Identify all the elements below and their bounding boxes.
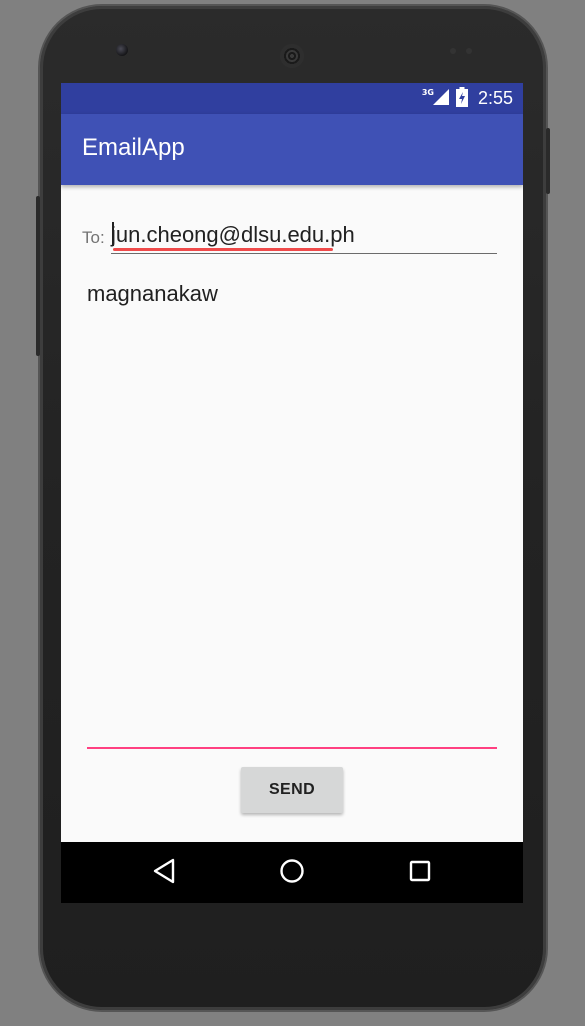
- app-bar: EmailApp: [61, 114, 523, 185]
- cell-signal-icon: [432, 88, 450, 110]
- recents-button[interactable]: [390, 842, 450, 903]
- status-time: 2:55: [477, 88, 513, 108]
- message-body-input[interactable]: magnanakaw: [87, 279, 497, 749]
- volume-button: [36, 196, 40, 356]
- front-camera: [116, 44, 128, 56]
- status-bar: 3G 2:55: [61, 83, 523, 114]
- home-circle-icon: [279, 858, 305, 888]
- recents-square-icon: [408, 859, 432, 887]
- recipient-value: jun.cheong@dlsu.edu.ph: [111, 222, 355, 247]
- power-button: [546, 128, 550, 194]
- back-triangle-icon: [152, 858, 176, 888]
- home-button[interactable]: [262, 842, 322, 903]
- navigation-bar: [61, 842, 523, 903]
- back-button[interactable]: [134, 842, 194, 903]
- network-type-label: 3G: [421, 88, 434, 97]
- to-label: To:: [82, 228, 105, 247]
- battery-charging-icon: [455, 86, 468, 111]
- spellcheck-underline: [113, 248, 333, 251]
- earpiece-speaker: [280, 44, 304, 68]
- app-title: EmailApp: [82, 134, 185, 161]
- device-screen: 3G 2:55 EmailApp To: jun.cheong@dlsu.edu…: [61, 83, 523, 903]
- message-body-value: magnanakaw: [87, 281, 218, 306]
- status-icons: 3G 2:55: [422, 83, 513, 114]
- send-button[interactable]: SEND: [241, 767, 343, 813]
- light-sensor: [466, 48, 472, 54]
- proximity-sensor: [450, 48, 456, 54]
- text-cursor: [112, 222, 114, 246]
- recipient-input[interactable]: jun.cheong@dlsu.edu.ph: [111, 219, 497, 254]
